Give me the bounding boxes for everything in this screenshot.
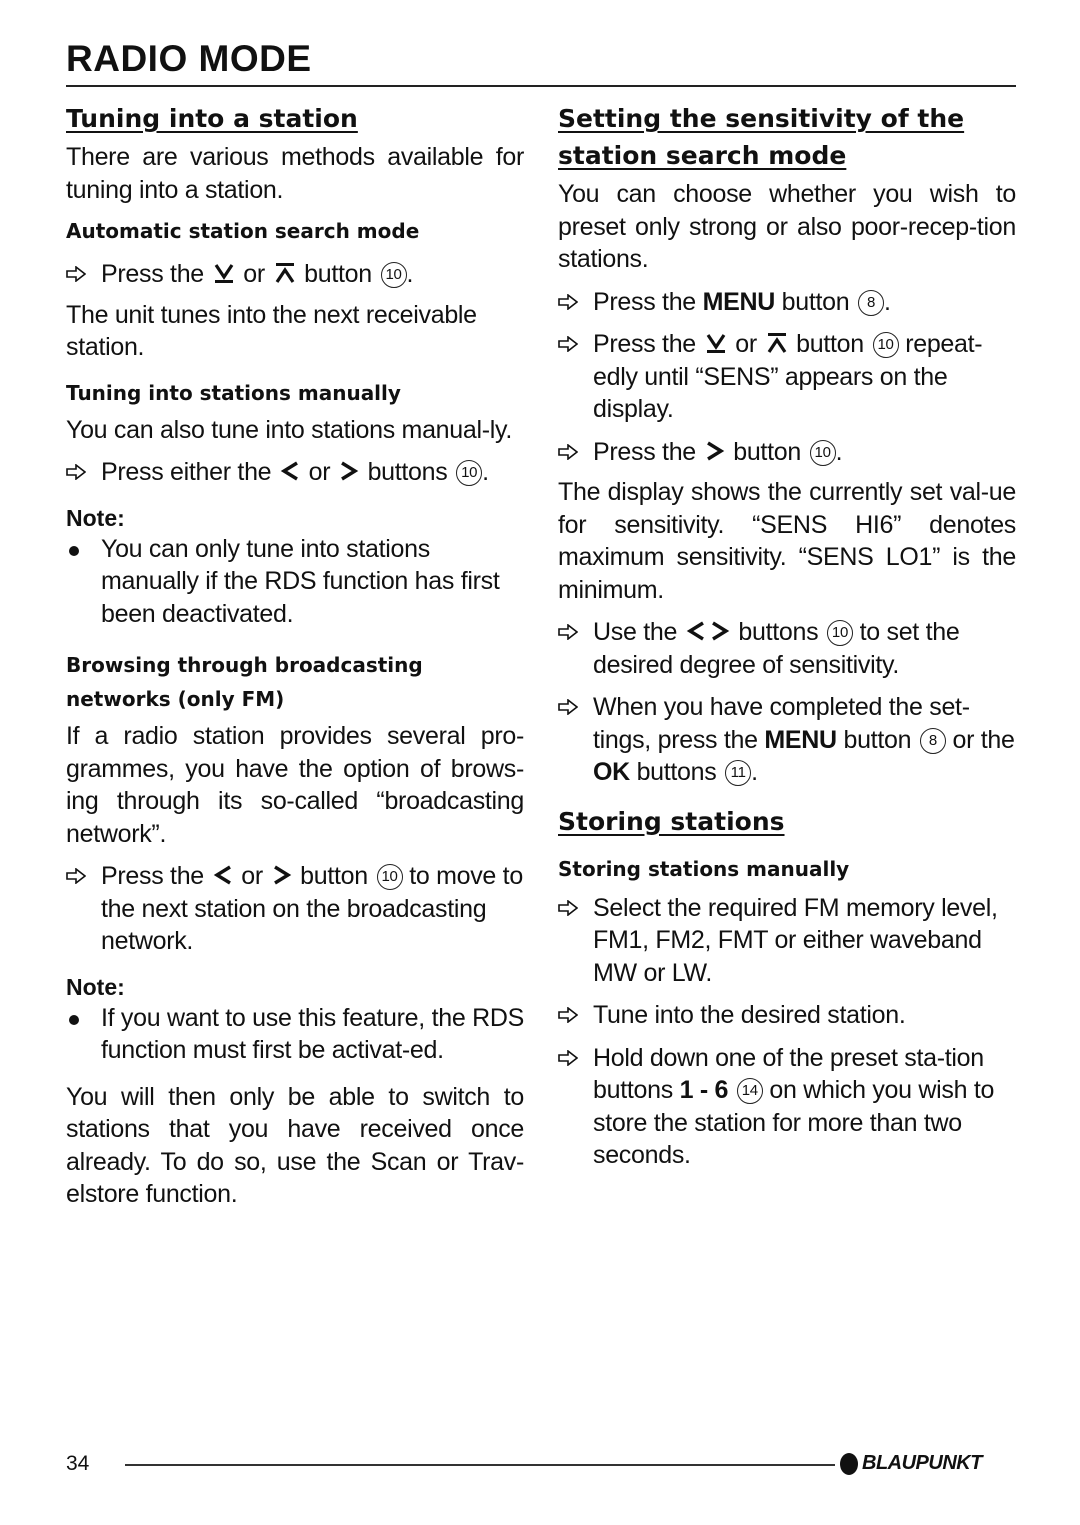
tuning-intro: There are various methods available for … bbox=[66, 143, 524, 204]
seek-down-icon bbox=[214, 264, 233, 283]
blaupunkt-dot-icon bbox=[840, 1452, 858, 1475]
seek-down-icon bbox=[706, 334, 725, 353]
sensitivity-step-1: Press the MENU button 8. bbox=[558, 286, 1016, 319]
step-arrow-icon bbox=[558, 1049, 578, 1066]
note-bullet: You can only tune into stations manually… bbox=[66, 533, 524, 631]
callout-number: 10 bbox=[872, 332, 899, 358]
page-number: 34 bbox=[66, 1452, 90, 1475]
seek-up-icon bbox=[275, 263, 294, 283]
right-chevron-icon bbox=[273, 865, 291, 885]
brand-logo: BLAUPUNKT bbox=[840, 1452, 982, 1475]
callout-number: 8 bbox=[858, 289, 885, 316]
right-column: Setting the sensitivity of the station s… bbox=[558, 100, 1016, 1172]
sensitivity-step-4: Use the buttons 10 to set the desired de… bbox=[558, 616, 1016, 681]
sensitivity-step-5: When you have completed the set-tings, p… bbox=[558, 691, 1016, 789]
storing-step-1: Select the required FM memory level, FM1… bbox=[558, 892, 1016, 990]
storing-step-3: Hold down one of the preset sta-tion but… bbox=[558, 1042, 1016, 1172]
callout-number: 8 bbox=[919, 727, 946, 754]
step-arrow-icon bbox=[66, 266, 86, 282]
section-heading-tuning: Tuning into a station bbox=[66, 104, 358, 133]
auto-search-step: Press the or button 10. bbox=[66, 258, 524, 291]
callout-number: 10 bbox=[380, 262, 407, 288]
closing-text: You will then only be able to switch to … bbox=[66, 1082, 524, 1209]
right-chevron-icon bbox=[706, 441, 724, 460]
step-arrow-icon bbox=[558, 336, 578, 352]
step-arrow-icon bbox=[558, 293, 578, 310]
right-chevron-icon bbox=[341, 461, 359, 481]
left-chevron-icon bbox=[686, 621, 704, 641]
browsing-step: Press the or button 10 to move to the ne… bbox=[66, 860, 524, 958]
note-bullet: If you want to use this feature, the RDS… bbox=[66, 1002, 524, 1067]
section-heading-storing: Storing stations bbox=[558, 806, 785, 836]
step-arrow-icon bbox=[66, 868, 86, 884]
step-arrow-icon bbox=[558, 1007, 578, 1023]
manual-tuning-intro: You can also tune into stations manual-l… bbox=[66, 415, 513, 444]
sensitivity-step-2: Press the or button 10 repeat-edly until… bbox=[558, 328, 1016, 426]
right-chevron-icon bbox=[711, 621, 729, 641]
callout-number: 10 bbox=[826, 620, 853, 646]
callout-number: 11 bbox=[725, 760, 752, 786]
left-column: Tuning into a station There are various … bbox=[66, 100, 524, 1211]
title-divider bbox=[66, 85, 1016, 87]
step-arrow-icon bbox=[558, 699, 578, 715]
subheading-manual-tuning: Tuning into stations manually bbox=[66, 380, 401, 405]
note-label: Note: bbox=[66, 973, 125, 1000]
sensitivity-step-3: Press the button 10. bbox=[558, 436, 1016, 469]
callout-number: 10 bbox=[456, 460, 483, 486]
callout-number: 10 bbox=[809, 439, 836, 466]
subheading-browsing: Browsing through broadcasting networks (… bbox=[66, 653, 423, 711]
callout-number: 10 bbox=[376, 864, 403, 890]
seek-up-icon bbox=[767, 333, 786, 353]
page-title: RADIO MODE bbox=[66, 38, 312, 79]
storing-step-2: Tune into the desired station. bbox=[558, 999, 1016, 1032]
step-arrow-icon bbox=[558, 899, 578, 916]
browsing-text: If a radio station provides several pro-… bbox=[66, 722, 524, 848]
section-heading-sensitivity: Setting the sensitivity of the station s… bbox=[558, 104, 965, 170]
footer-divider bbox=[125, 1464, 835, 1466]
sensitivity-intro: You can choose whether you wish to prese… bbox=[558, 180, 1016, 273]
step-arrow-icon bbox=[558, 624, 578, 640]
step-arrow-icon bbox=[66, 464, 86, 480]
left-chevron-icon bbox=[280, 461, 298, 481]
subheading-storing-manually: Storing stations manually bbox=[558, 856, 850, 881]
brand-name: BLAUPUNKT bbox=[862, 1452, 982, 1474]
manual-tuning-step: Press either the or buttons 10. bbox=[66, 456, 524, 489]
step-arrow-icon bbox=[558, 443, 578, 460]
bullet-dot-icon bbox=[69, 1014, 79, 1025]
sensitivity-description: The display shows the currently set val-… bbox=[558, 478, 1016, 604]
left-chevron-icon bbox=[213, 865, 231, 885]
note-label: Note: bbox=[66, 504, 125, 531]
subheading-auto-search: Automatic station search mode bbox=[66, 219, 420, 243]
auto-search-result: The unit tunes into the next receivable … bbox=[66, 300, 477, 362]
callout-number: 14 bbox=[736, 1078, 763, 1104]
bullet-dot-icon bbox=[69, 545, 79, 556]
